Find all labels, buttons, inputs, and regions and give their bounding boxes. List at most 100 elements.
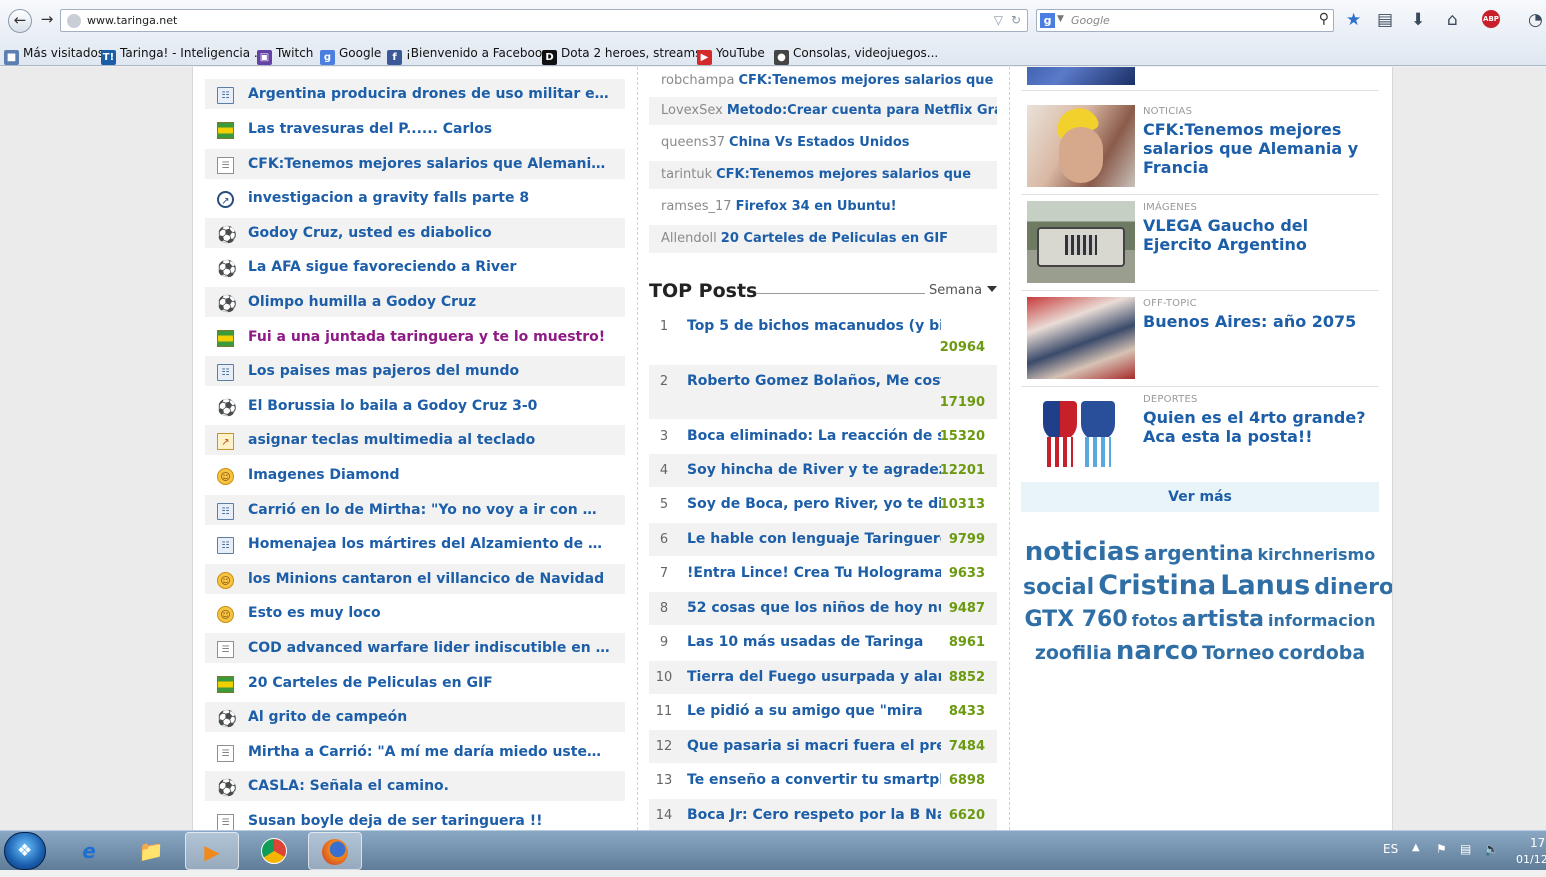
featured-card[interactable]: DEPORTES Quien es el 4rto grande? Aca es… [1021,387,1379,483]
comment-post[interactable]: CFK:Tenemos mejores salarios que [739,73,994,88]
post-title[interactable]: Imagenes Diamond [248,467,610,483]
network-icon[interactable]: ▤ [1460,842,1471,856]
post-title[interactable]: CASLA: Señala el camino. [248,778,610,794]
comment-item[interactable]: Allendoll 20 Carteles de Peliculas en GIF [649,225,997,255]
bookmarks-menu-icon[interactable]: ▤ [1377,10,1393,30]
top-post-row[interactable]: 14 Boca Jr: Cero respeto por la B Naci 662… [649,799,997,830]
adblock-icon[interactable]: ABP [1482,10,1500,28]
bookmark-dota[interactable]: D Dota 2 heroes, streams... [542,46,713,65]
top-post-row[interactable]: 5 Soy de Boca, pero River, yo te digo 1031… [649,488,997,522]
sync-icon[interactable]: ◔ [1528,10,1543,30]
bookmark-twitch[interactable]: ▣ Twitch [257,46,313,65]
tag-link[interactable]: Torneo [1202,642,1274,664]
post-title[interactable]: Godoy Cruz, usted es diabolico [248,225,610,241]
list-item[interactable]: ⚽ La AFA sigue favoreciendo a River [205,252,625,284]
list-item[interactable]: ↗ investigacion a gravity falls parte 8 [205,183,625,215]
featured-card[interactable]: IMÁGENES VLEGA Gaucho del Ejercito Argen… [1021,195,1379,291]
featured-title[interactable]: CFK:Tenemos mejores salarios que Alemani… [1143,120,1375,177]
bookmark-star-icon[interactable]: ★ [1346,10,1361,30]
top-post-row[interactable]: 6 Le hable con lenguaje Taringuero a 9799 [649,523,997,557]
comment-post[interactable]: Metodo:Crear cuenta para Netflix Gratis … [727,103,997,118]
top-post-row[interactable]: 9 Las 10 más usadas de Taringa 8961 [649,626,997,660]
comment-user[interactable]: LovexSex [661,103,723,118]
forward-button[interactable]: → [35,9,59,33]
post-title[interactable]: Las travesuras del P...... Carlos [248,121,610,137]
list-item[interactable]: ⚽ Al grito de campeón [205,702,625,734]
chrome-taskbar-icon[interactable] [247,832,301,870]
comment-user[interactable]: queens37 [661,135,725,150]
reload-icon[interactable]: ↻ [1011,13,1021,27]
comment-item[interactable]: LovexSex Metodo:Crear cuenta para Netflix… [649,97,997,127]
post-title[interactable]: COD advanced warfare lider indiscutible … [248,640,610,656]
list-item[interactable]: ☺ los Minions cantaron el villancico de N… [205,564,625,596]
language-indicator[interactable]: ES [1383,842,1398,856]
comment-post[interactable]: 20 Carteles de Peliculas en GIF [721,231,948,246]
post-title[interactable]: Soy hincha de River y te agradezco [687,462,941,478]
featured-card[interactable]: OFF-TOPIC Buenos Aires: año 2075 [1021,291,1379,387]
list-item[interactable]: ⚽ Godoy Cruz, usted es diabolico [205,218,625,250]
bookmark-youtube[interactable]: ▶ YouTube [697,46,765,65]
tag-link[interactable]: kirchnerismo [1258,545,1376,564]
media-player-taskbar-icon[interactable]: ▶ [185,832,239,870]
list-item[interactable]: ⚽ CASLA: Señala el camino. [205,771,625,803]
period-dropdown[interactable]: Semana [929,283,982,298]
tag-link[interactable]: zoofilia [1035,642,1112,664]
tag-link[interactable]: informacion [1268,611,1376,630]
featured-title[interactable]: VLEGA Gaucho del Ejercito Argentino [1143,216,1375,254]
comment-post[interactable]: Firefox 34 en Ubuntu! [736,199,897,214]
ver-mas-button[interactable]: Ver más [1021,482,1379,512]
comment-item[interactable]: robchampa CFK:Tenemos mejores salarios qu… [649,67,997,97]
comment-post[interactable]: CFK:Tenemos mejores salarios que [716,167,971,182]
list-item[interactable]: ☷ Los paises mas pajeros del mundo [205,356,625,388]
post-title[interactable]: 52 cosas que los niños de hoy nunc [687,600,941,616]
list-item[interactable]: ☷ Carrió en lo de Mirtha: "Yo no voy a ir… [205,495,625,527]
bookmark-mas-visitados[interactable]: ■ Más visitados [4,46,104,65]
post-title[interactable]: Mirtha a Carrió: "A mí me daría miedo us… [248,744,610,760]
url-bar[interactable]: www.taringa.net ▽ ↻ [60,9,1028,32]
firefox-taskbar-icon[interactable] [308,832,362,870]
google-icon[interactable]: g [1040,13,1055,28]
top-post-row[interactable]: 8 52 cosas que los niños de hoy nunc 9487 [649,592,997,626]
post-title[interactable]: asignar teclas multimedia al teclado [248,432,610,448]
list-item[interactable]: ☺ Esto es muy loco [205,598,625,630]
dropdown-arrow-icon[interactable]: ▽ [994,13,1003,27]
post-title[interactable]: Te enseño a convertir tu smartphon [687,772,941,788]
list-item[interactable]: ↗ asignar teclas multimedia al teclado [205,425,625,457]
top-post-row[interactable]: 2 Roberto Gomez Bolaños, Me costo ha 17190 [649,365,997,420]
list-item[interactable]: ☰ Mirtha a Carrió: "A mí me daría miedo u… [205,737,625,769]
comment-user[interactable]: robchampa [661,73,735,88]
top-post-row[interactable]: 7 !Entra Lince! Crea Tu Holograma 9633 [649,557,997,591]
comment-user[interactable]: ramses_17 [661,199,732,214]
post-title[interactable]: los Minions cantaron el villancico de Na… [248,571,610,587]
featured-card-partial[interactable] [1021,67,1379,91]
post-title[interactable]: !Entra Lince! Crea Tu Holograma [687,565,941,581]
list-item[interactable]: ☷ Argentina producira drones de uso milit… [205,79,625,111]
post-title[interactable]: La AFA sigue favoreciendo a River [248,259,610,275]
post-title[interactable]: Los paises mas pajeros del mundo [248,363,610,379]
post-title[interactable]: Argentina producira drones de uso milita… [248,86,610,102]
tag-link[interactable]: cordoba [1278,642,1365,664]
explorer-taskbar-icon[interactable]: 📁 [124,832,178,870]
top-post-row[interactable]: 11 Le pidió a su amigo que "mira 8433 [649,695,997,729]
post-title[interactable]: Que pasaria si macri fuera el presi [687,738,941,754]
bookmark-facebook[interactable]: f ¡Bienvenido a Faceboo... [387,46,553,65]
post-title[interactable]: Roberto Gomez Bolaños, Me costo ha [687,373,941,389]
top-post-row[interactable]: 4 Soy hincha de River y te agradezco 12201 [649,454,997,488]
tag-link[interactable]: GTX 760 [1024,607,1127,632]
tag-link[interactable]: narco [1116,636,1198,666]
start-button[interactable]: ❖ [4,832,46,870]
featured-title[interactable]: Buenos Aires: año 2075 [1143,312,1375,331]
list-item[interactable]: ⚽ El Borussia lo baila a Godoy Cruz 3-0 [205,391,625,423]
comment-user[interactable]: Allendoll [661,231,717,246]
list-item[interactable]: ☺ Imagenes Diamond [205,460,625,492]
tag-link[interactable]: fotos [1132,611,1178,630]
featured-thumbnail[interactable] [1027,67,1135,85]
bookmark-consolas[interactable]: ● Consolas, videojuegos... [774,46,938,65]
bookmark-google[interactable]: g Google [320,46,381,65]
top-post-row[interactable]: 12 Que pasaria si macri fuera el presi 748… [649,730,997,764]
list-item[interactable]: 20 Carteles de Peliculas en GIF [205,668,625,700]
comment-user[interactable]: tarintuk [661,167,712,182]
featured-thumbnail[interactable] [1027,393,1135,475]
post-title[interactable]: Soy de Boca, pero River, yo te digo [687,496,941,512]
post-title[interactable]: investigacion a gravity falls parte 8 [248,190,610,206]
